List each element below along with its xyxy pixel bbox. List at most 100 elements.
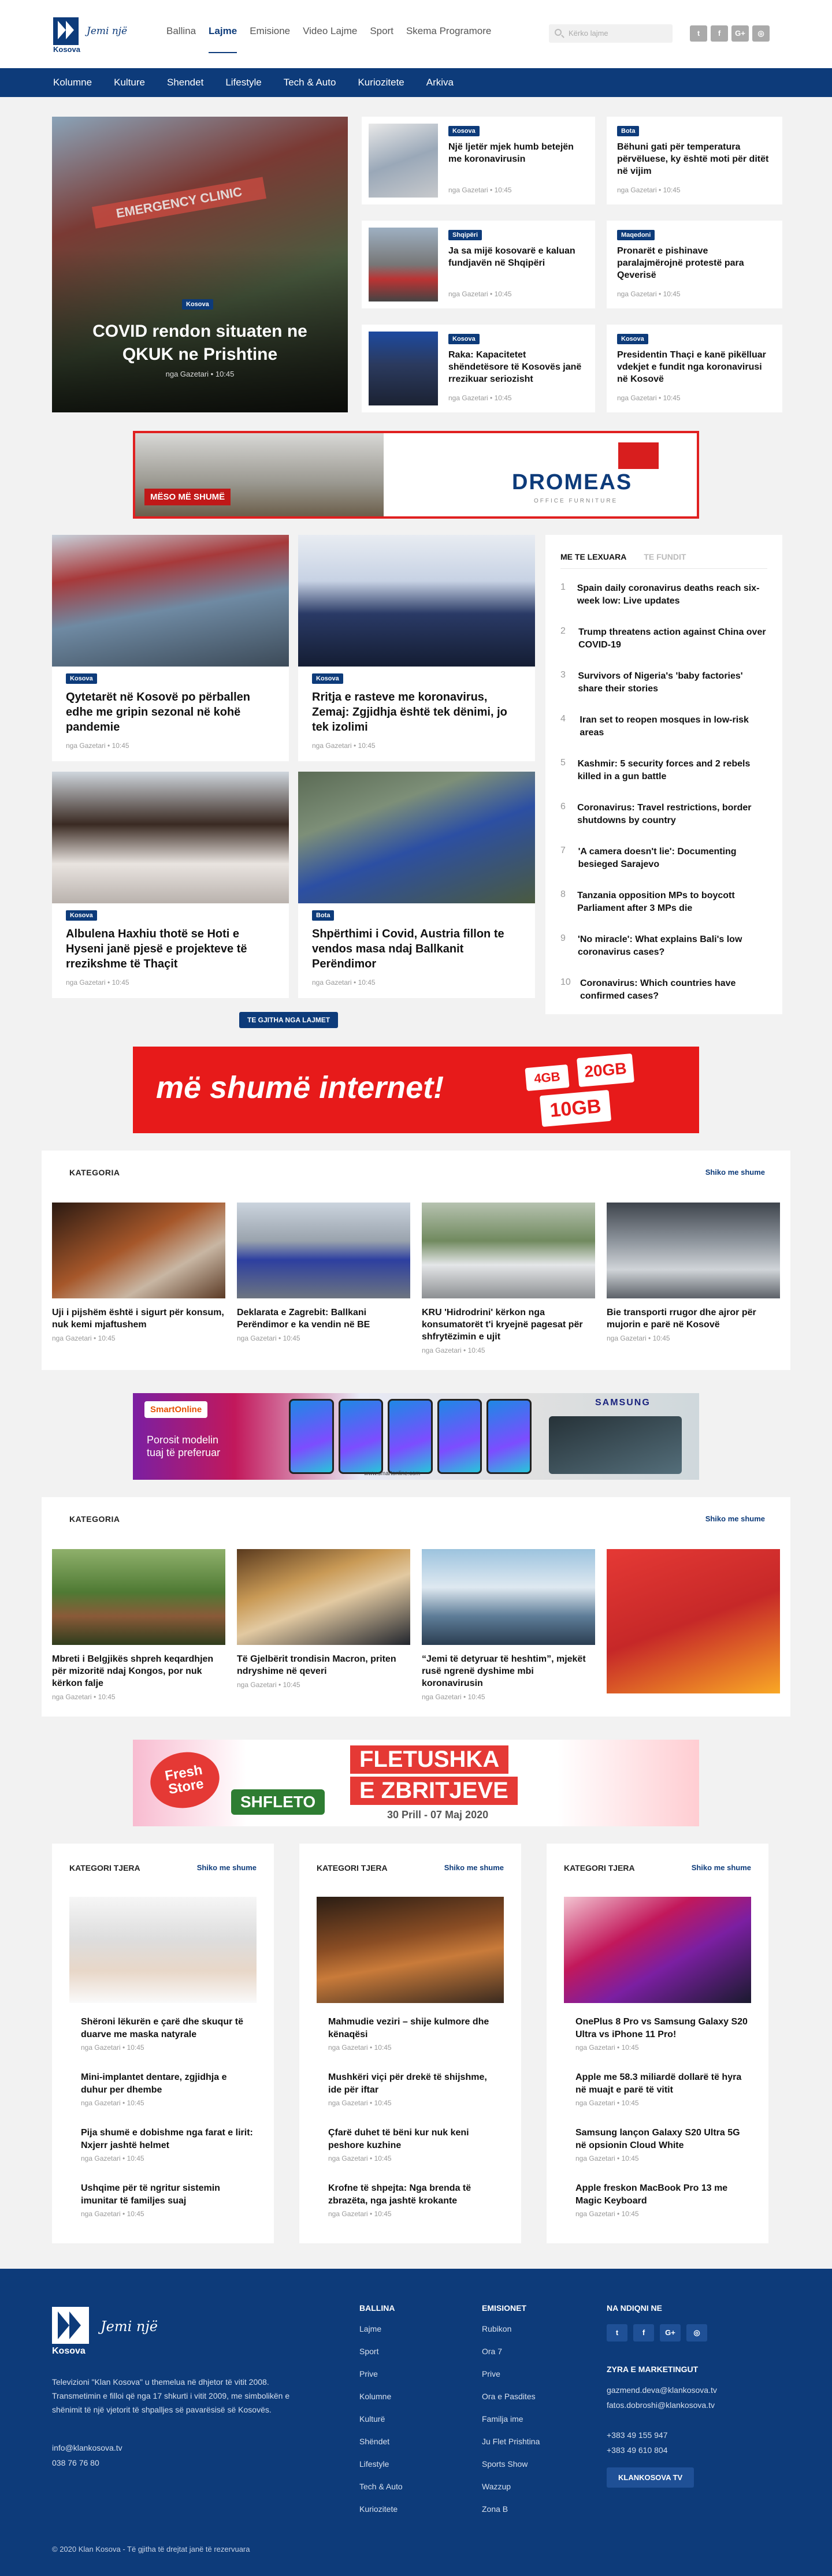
news-card[interactable]: Kosova Presidentin Thaçi e kanë pikëllua… <box>607 325 782 412</box>
list-item[interactable]: Çfarë duhet të bëni kur nuk keni peshore… <box>328 2127 502 2182</box>
item-title[interactable]: Spain daily coronavirus deaths reach six… <box>577 582 768 626</box>
nav-ballina[interactable]: Ballina <box>166 25 196 53</box>
news-title[interactable]: Samsung lançon Galaxy S20 Ultra 5G në op… <box>575 2127 749 2152</box>
footer-link[interactable]: Lajme <box>359 2324 403 2347</box>
hero-title[interactable]: COVID rendon situaten ne QKUK ne Prishti… <box>75 320 325 366</box>
item-title[interactable]: Survivors of Nigeria's 'baby factories' … <box>578 670 768 714</box>
smartonline-ad-banner[interactable]: SmartOnline Porosit modelin tuaj të prefe… <box>133 1393 699 1480</box>
footer-link[interactable]: Zona B <box>482 2504 540 2527</box>
news-title[interactable]: Bëhuni gati për temperatura përvëluese, … <box>617 141 773 177</box>
news-title[interactable]: Qytetarët në Kosovë po përballen edhe me… <box>66 690 280 735</box>
list-item[interactable]: 9 'No miracle': What explains Bali's low … <box>560 933 768 977</box>
news-title[interactable]: Ushqime për të ngritur sistemin imunitar… <box>81 2182 254 2208</box>
see-more-link[interactable]: Shiko me shume <box>444 1863 504 1872</box>
news-title[interactable]: Uji i pijshëm është i sigurt për konsum,… <box>52 1306 225 1331</box>
footer-email[interactable]: info@klankosova.tv <box>52 2443 122 2452</box>
dromeas-ad-banner[interactable]: MËSO MË SHUMË DROMEAS OFFICE FURNITURE <box>133 431 699 519</box>
category-badge[interactable]: Kosova <box>66 910 97 921</box>
list-item[interactable]: 5 Kashmir: 5 security forces and 2 rebels… <box>560 758 768 802</box>
news-title[interactable]: Albulena Haxhiu thotë se Hoti e Hyseni j… <box>66 926 280 971</box>
tab-latest[interactable]: TE FUNDIT <box>644 552 686 561</box>
item-title[interactable]: Trump threatens action against China ove… <box>578 626 768 670</box>
news-title[interactable]: “Jemi të detyruar të heshtim”, mjekët ru… <box>422 1653 595 1689</box>
logo-text[interactable]: Kosova <box>53 45 80 54</box>
twitter-icon[interactable]: t <box>607 2324 627 2342</box>
category-badge[interactable]: Kosova <box>448 126 480 136</box>
news-title[interactable]: Shpërthimi i Covid, Austria fillon te ve… <box>312 926 526 971</box>
subnav-lifestyle[interactable]: Lifestyle <box>225 77 261 88</box>
news-title[interactable]: Një ljetër mjek humb betejën me koronavi… <box>448 141 587 165</box>
all-news-button[interactable]: TE GJITHA NGA LAJMET <box>239 1012 339 1028</box>
footer-link[interactable]: Prive <box>482 2369 540 2392</box>
category-badge[interactable]: Kosova <box>312 673 343 684</box>
category-badge[interactable]: Kosova <box>66 673 97 684</box>
fresh-store-ad-image[interactable] <box>607 1549 780 1693</box>
footer-link[interactable]: Ju Flet Prishtina <box>482 2437 540 2459</box>
nav-sport[interactable]: Sport <box>370 25 393 53</box>
news-title[interactable]: Mini-implantet dentare, zgjidhja e duhur… <box>81 2071 254 2097</box>
list-item[interactable]: Apple freskon MacBook Pro 13 me Magic Ke… <box>575 2182 749 2238</box>
category-badge[interactable]: Shqipëri <box>448 230 482 240</box>
contact-email[interactable]: fatos.dobroshi@klankosova.tv <box>607 2400 717 2415</box>
see-more-link[interactable]: Shiko me shume <box>197 1863 257 1872</box>
footer-link[interactable]: Familja ime <box>482 2414 540 2437</box>
logo-icon[interactable] <box>53 17 79 45</box>
news-title[interactable]: Deklarata e Zagrebit: Ballkani Perëndimo… <box>237 1306 410 1331</box>
category-badge[interactable]: Bota <box>312 910 335 921</box>
footer-link[interactable]: Kulturë <box>359 2414 403 2437</box>
footer-link[interactable]: Lifestyle <box>359 2459 403 2482</box>
list-item[interactable]: Apple me 58.3 miliardë dollarë të hyra n… <box>575 2071 749 2127</box>
see-more-link[interactable]: Shiko me shume <box>705 1168 765 1177</box>
footer-link[interactable]: Wazzup <box>482 2482 540 2504</box>
item-title[interactable]: Tanzania opposition MPs to boycott Parli… <box>577 889 768 933</box>
category-item[interactable]: KRU 'Hidrodrini' kërkon nga konsumatorët… <box>422 1203 595 1354</box>
section-image[interactable] <box>564 1897 751 2003</box>
footer-logo-icon[interactable] <box>52 2307 89 2344</box>
search-input[interactable]: Kërko lajme <box>549 24 673 43</box>
facebook-icon[interactable]: f <box>633 2324 654 2342</box>
news-card[interactable]: Kosova Raka: Kapacitetet shëndetësore të… <box>362 325 595 412</box>
google-plus-icon[interactable]: G+ <box>660 2324 681 2342</box>
news-title[interactable]: KRU 'Hidrodrini' kërkon nga konsumatorët… <box>422 1306 595 1343</box>
instagram-icon[interactable]: ◎ <box>752 25 770 42</box>
category-item[interactable]: Mbreti i Belgjikës shpreh keqardhjen për… <box>52 1549 225 1701</box>
grid-news-card[interactable]: Kosova Rritja e rasteve me koronavirus, … <box>298 535 535 761</box>
list-item[interactable]: Shëroni lëkurën e çarë dhe skuqur të dua… <box>81 2016 254 2071</box>
category-badge[interactable]: Kosova <box>448 334 480 344</box>
category-item[interactable]: “Jemi të detyruar të heshtim”, mjekët ru… <box>422 1549 595 1701</box>
item-title[interactable]: 'A camera doesn't lie': Documenting besi… <box>578 846 768 889</box>
list-item[interactable]: Samsung lançon Galaxy S20 Ultra 5G në op… <box>575 2127 749 2182</box>
ad-cta-button[interactable]: SHFLETO <box>231 1789 325 1815</box>
news-title[interactable]: Apple freskon MacBook Pro 13 me Magic Ke… <box>575 2182 749 2208</box>
list-item[interactable]: 6 Coronavirus: Travel restrictions, borde… <box>560 802 768 846</box>
category-badge[interactable]: Bota <box>617 126 640 136</box>
list-item[interactable]: OnePlus 8 Pro vs Samsung Galaxy S20 Ultr… <box>575 2016 749 2071</box>
twitter-icon[interactable]: t <box>690 25 707 42</box>
google-plus-icon[interactable]: G+ <box>731 25 749 42</box>
item-title[interactable]: Coronavirus: Which countries have confir… <box>580 977 768 1021</box>
news-title[interactable]: Bie transporti rrugor dhe ajror për mujo… <box>607 1306 780 1331</box>
news-card[interactable]: Kosova Një ljetër mjek humb betejën me k… <box>362 117 595 204</box>
list-item[interactable]: 3 Survivors of Nigeria's 'baby factories'… <box>560 670 768 714</box>
footer-link[interactable]: Shëndet <box>359 2437 403 2459</box>
footer-link[interactable]: Rubikon <box>482 2324 540 2347</box>
tab-most-read[interactable]: ME TE LEXUARA <box>560 552 626 561</box>
category-badge[interactable]: Kosova <box>617 334 648 344</box>
item-title[interactable]: Kashmir: 5 security forces and 2 rebels … <box>578 758 768 802</box>
list-item[interactable]: Mushkëri viçi për drekë të shijshme, ide… <box>328 2071 502 2127</box>
footer-link[interactable]: Ora e Pasdites <box>482 2392 540 2414</box>
footer-link[interactable]: Tech & Auto <box>359 2482 403 2504</box>
list-item[interactable]: 10 Coronavirus: Which countries have conf… <box>560 977 768 1021</box>
nav-video-lajme[interactable]: Video Lajme <box>303 25 357 53</box>
list-item[interactable]: Mahmudie veziri – shije kulmore dhe këna… <box>328 2016 502 2071</box>
hero-article[interactable]: EMERGENCY CLINIC Kosova COVID rendon sit… <box>52 117 348 412</box>
internet-ad-banner[interactable]: më shumë internet! 4GB 20GB 10GB <box>133 1047 699 1133</box>
list-item[interactable]: Pija shumë e dobishme nga farat e lirit:… <box>81 2127 254 2182</box>
category-item[interactable]: Të Gjelbërit trondisin Macron, priten nd… <box>237 1549 410 1689</box>
news-title[interactable]: Rritja e rasteve me koronavirus, Zemaj: … <box>312 690 526 735</box>
grid-news-card[interactable]: Kosova Albulena Haxhiu thotë se Hoti e H… <box>52 772 289 998</box>
news-title[interactable]: Pija shumë e dobishme nga farat e lirit:… <box>81 2127 254 2152</box>
news-title[interactable]: Mushkëri viçi për drekë të shijshme, ide… <box>328 2071 502 2097</box>
instagram-icon[interactable]: ◎ <box>686 2324 707 2342</box>
news-title[interactable]: Shëroni lëkurën e çarë dhe skuqur të dua… <box>81 2016 254 2041</box>
